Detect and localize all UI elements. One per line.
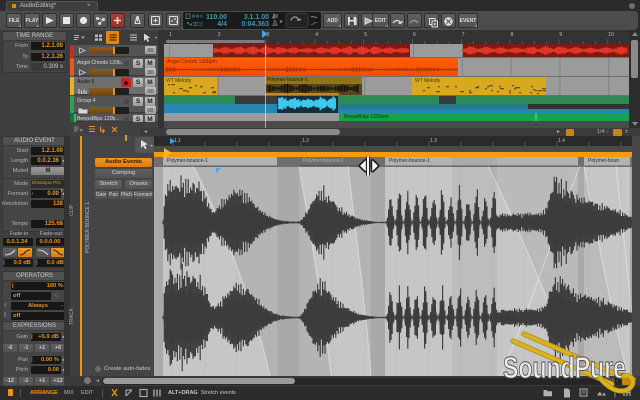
svg-text:SoundPure: SoundPure xyxy=(503,350,626,385)
